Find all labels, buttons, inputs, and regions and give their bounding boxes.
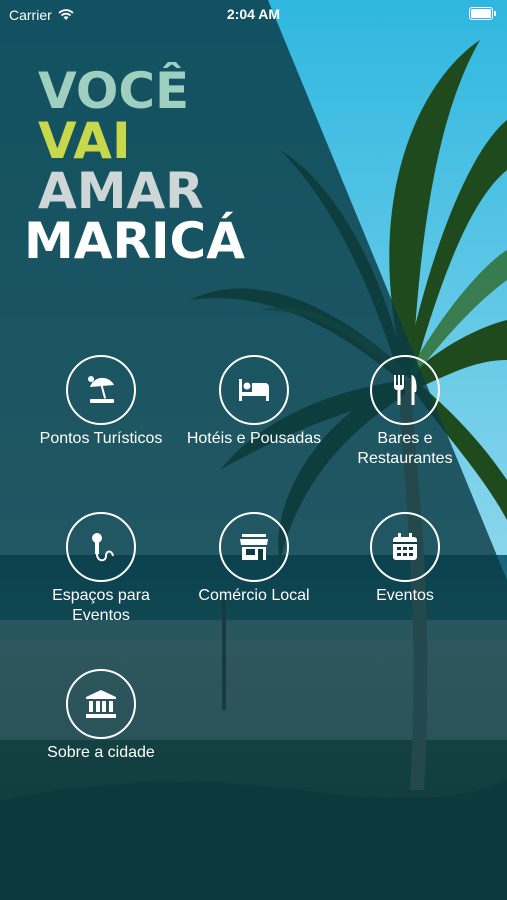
fork-knife-icon <box>394 375 417 405</box>
battery-icon <box>469 7 496 20</box>
status-bar: Carrier 2:04 AM <box>0 0 507 30</box>
logo-line-marica: MARICÁ <box>24 211 245 262</box>
bares-restaurantes-label-line1: Bares e <box>377 430 433 447</box>
bares-restaurantes-label-line2: Restaurantes <box>357 450 453 467</box>
menu-pontos-turisticos[interactable]: Pontos Turísticos <box>21 355 181 449</box>
comercio-local-label: Comércio Local <box>198 587 310 604</box>
bares-restaurantes-label: Bares e Restaurantes <box>325 429 485 469</box>
menu-bares-restaurantes[interactable]: Bares e Restaurantes <box>325 355 485 469</box>
menu-hoteis-pousadas[interactable]: Hotéis e Pousadas <box>174 355 334 449</box>
app-logo: VOCÊ VAI AMAR MARICÁ <box>24 62 245 262</box>
calendar-icon <box>393 533 417 560</box>
menu-espacos-eventos[interactable]: Espaços para Eventos <box>21 512 181 626</box>
sobre-cidade-button[interactable] <box>66 669 136 739</box>
pontos-turisticos-label: Pontos Turísticos <box>39 430 163 447</box>
menu-sobre-cidade[interactable]: Sobre a cidade <box>21 669 181 763</box>
microphone-icon <box>92 533 114 562</box>
sobre-cidade-label: Sobre a cidade <box>47 744 155 761</box>
espacos-eventos-label-line2: Eventos <box>72 607 130 624</box>
comercio-local-button[interactable] <box>219 512 289 582</box>
eventos-label: Eventos <box>376 587 434 604</box>
clock: 2:04 AM <box>226 6 281 22</box>
espacos-eventos-label: Espaços para Eventos <box>21 586 181 626</box>
bed-icon <box>239 379 269 401</box>
menu-comercio-local[interactable]: Comércio Local <box>174 512 334 606</box>
store-icon <box>240 534 268 560</box>
bares-restaurantes-button[interactable] <box>370 355 440 425</box>
espacos-eventos-label-line1: Espaços para <box>52 587 150 604</box>
hoteis-pousadas-label: Hotéis e Pousadas <box>186 430 322 447</box>
pontos-turisticos-button[interactable] <box>66 355 136 425</box>
app-screen: Carrier 2:04 AM VOCÊ VAI AMAR MARICÁ Pon… <box>0 0 507 900</box>
museum-icon <box>86 690 116 718</box>
eventos-button[interactable] <box>370 512 440 582</box>
menu-eventos[interactable]: Eventos <box>325 512 485 606</box>
hoteis-pousadas-button[interactable] <box>219 355 289 425</box>
beach-umbrella-icon <box>88 376 114 403</box>
espacos-eventos-button[interactable] <box>66 512 136 582</box>
